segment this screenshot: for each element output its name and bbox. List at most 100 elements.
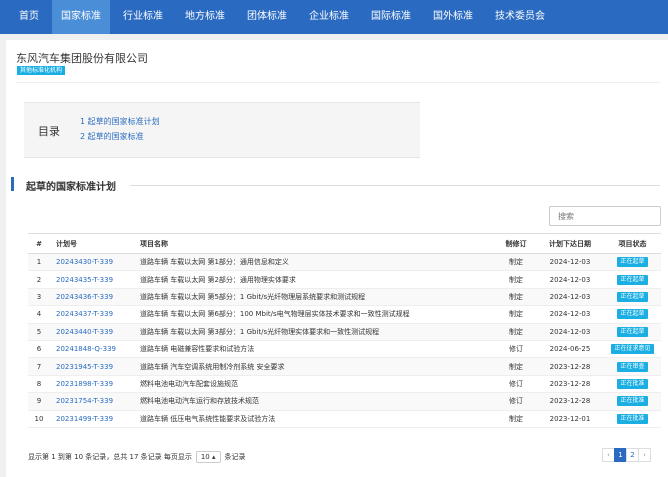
row-num: 2 — [28, 270, 50, 289]
search-input[interactable] — [549, 206, 661, 226]
row-num: 1 — [28, 253, 50, 272]
row-plan-code-link[interactable]: 20231898-T-339 — [50, 375, 134, 394]
status-badge[interactable]: 正在批准 — [617, 378, 648, 389]
pager-info: 显示第 1 到第 10 条记录，总共 17 条记录 每页显示 10 ▴ 条记录 — [28, 451, 246, 463]
nav-local-standards[interactable]: 地方标准 — [176, 0, 234, 34]
row-revision-type: 制定 — [496, 323, 536, 341]
row-issue-date: 2023-12-01 — [536, 410, 604, 428]
table-row: 8 20231898-T-339 燃料电池电动汽车配套设施规范 修订 2023-12-2… — [28, 375, 661, 394]
status-badge[interactable]: 正在起草 — [617, 257, 648, 268]
row-plan-code-link[interactable]: 20243435-T-339 — [50, 270, 134, 289]
row-plan-code-link[interactable]: 20241848-Q-339 — [50, 340, 134, 359]
row-status-cell: 正在批准 — [604, 375, 661, 394]
row-revision-type: 制定 — [496, 288, 536, 307]
row-status-cell: 正在起草 — [604, 305, 661, 324]
next-page-button[interactable]: › — [638, 448, 651, 462]
row-plan-code-link[interactable]: 20243436-T-339 — [50, 288, 134, 307]
nav-international-standards[interactable]: 国际标准 — [362, 0, 420, 34]
toc-title: 目录 — [38, 125, 60, 138]
row-status-cell: 正在审查 — [604, 357, 661, 376]
row-num: 7 — [28, 357, 50, 376]
status-badge[interactable]: 正在起草 — [617, 274, 648, 285]
row-status-cell: 正在征求意见 — [604, 340, 661, 359]
table-of-contents: 目录 1 起草的国家标准计划 2 起草的国家标准 — [24, 102, 420, 158]
table-row: 3 20243436-T-339 道路车辆 车载以太网 第5部分：1 Gbit/s光… — [28, 288, 661, 307]
status-badge[interactable]: 正在起草 — [617, 309, 648, 320]
row-revision-type: 制定 — [496, 270, 536, 289]
row-project-name: 道路车辆 车载以太网 第1部分：通用信息和定义 — [134, 253, 496, 272]
row-status-cell: 正在起草 — [604, 323, 661, 341]
table-row: 6 20241848-Q-339 道路车辆 电磁兼容性要求和试验方法 修订 2024-0… — [28, 340, 661, 359]
row-issue-date: 2023-12-28 — [536, 375, 604, 394]
row-project-name: 道路车辆 低压电气系统性能要求及试验方法 — [134, 410, 496, 428]
row-num: 9 — [28, 392, 50, 411]
divider — [16, 82, 660, 83]
row-project-name: 道路车辆 车载以太网 第6部分：100 Mbit/s电气物理层实体技术要求和一致… — [134, 305, 496, 324]
row-revision-type: 制定 — [496, 253, 536, 272]
row-revision-type: 修订 — [496, 392, 536, 411]
table-row: 2 20243435-T-339 道路车辆 车载以太网 第2部分：通用物理实体要求制… — [28, 270, 661, 289]
toc-link-drafting-plans[interactable]: 1 起草的国家标准计划 — [80, 114, 160, 129]
row-num: 5 — [28, 323, 50, 341]
row-status-cell: 正在起草 — [604, 253, 661, 272]
status-badge[interactable]: 正在批准 — [617, 396, 648, 407]
row-plan-code-link[interactable]: 20243440-T-339 — [50, 323, 134, 341]
row-project-name: 道路车辆 车载以太网 第2部分：通用物理实体要求 — [134, 270, 496, 289]
col-header-num[interactable]: # — [28, 233, 50, 254]
nav-home[interactable]: 首页 — [10, 0, 48, 34]
col-header-date[interactable]: 计划下达日期 — [536, 233, 604, 254]
section-divider — [130, 185, 660, 186]
nav-technical-committee[interactable]: 技术委员会 — [486, 0, 554, 34]
row-status-cell: 正在批准 — [604, 392, 661, 411]
table-row: 5 20243440-T-339 道路车辆 车载以太网 第3部分：1 Gbit/s光… — [28, 323, 661, 341]
row-plan-code-link[interactable]: 20231945-T-339 — [50, 357, 134, 376]
row-issue-date: 2024-12-03 — [536, 305, 604, 324]
row-issue-date: 2024-12-03 — [536, 288, 604, 307]
row-project-name: 道路车辆 车载以太网 第3部分：1 Gbit/s光纤物理实体要求和一致性测试规程 — [134, 323, 496, 341]
nav-national-standards[interactable]: 国家标准 — [52, 0, 110, 34]
row-num: 4 — [28, 305, 50, 324]
row-issue-date: 2024-12-03 — [536, 253, 604, 272]
row-num: 8 — [28, 375, 50, 394]
row-project-name: 燃料电池电动汽车配套设施规范 — [134, 375, 496, 394]
col-header-revision[interactable]: 制修订 — [496, 233, 536, 254]
status-badge[interactable]: 正在征求意见 — [611, 344, 654, 355]
col-header-code[interactable]: 计划号 — [50, 233, 134, 254]
row-revision-type: 制定 — [496, 410, 536, 428]
status-badge[interactable]: 正在起草 — [617, 326, 648, 337]
col-header-status[interactable]: 项目状态 — [604, 233, 661, 254]
row-plan-code-link[interactable]: 20231499-T-339 — [50, 410, 134, 428]
toc-link-drafting-standards[interactable]: 2 起草的国家标准 — [80, 129, 160, 144]
col-header-name[interactable]: 项目名称 — [134, 233, 496, 254]
row-plan-code-link[interactable]: 20243437-T-339 — [50, 305, 134, 324]
table-row: 9 20231754-T-339 燃料电池电动汽车运行和存放技术规范 修订 2023-1… — [28, 392, 661, 411]
row-status-cell: 正在批准 — [604, 410, 661, 428]
status-badge[interactable]: 正在起草 — [617, 291, 648, 302]
row-issue-date: 2023-12-28 — [536, 392, 604, 411]
pager-info-suffix: 条记录 — [224, 453, 246, 461]
row-num: 10 — [28, 410, 50, 428]
row-issue-date: 2024-12-03 — [536, 270, 604, 289]
plans-table: # 计划号 项目名称 制修订 计划下达日期 项目状态 1 20243430-T-3… — [28, 233, 661, 428]
nav-enterprise-standards[interactable]: 企业标准 — [300, 0, 358, 34]
status-badge[interactable]: 正在审查 — [617, 361, 648, 372]
pager-info-prefix: 显示第 1 到第 10 条记录，总共 17 条记录 每页显示 — [28, 453, 192, 461]
nav-foreign-standards[interactable]: 国外标准 — [424, 0, 482, 34]
row-project-name: 道路车辆 车载以太网 第5部分：1 Gbit/s光纤物理层系统要求和测试规程 — [134, 288, 496, 307]
row-plan-code-link[interactable]: 20231754-T-339 — [50, 392, 134, 411]
org-type-badge: 其他标准化机构 — [17, 66, 66, 75]
top-nav: 首页 国家标准 行业标准 地方标准 团体标准 企业标准 国际标准 国外标准 技术… — [0, 0, 668, 34]
row-project-name: 道路车辆 汽车空调系统用制冷剂系统 安全要求 — [134, 357, 496, 376]
row-issue-date: 2023-12-28 — [536, 357, 604, 376]
page-size-select[interactable]: 10 ▴ — [195, 451, 221, 463]
nav-group-standards[interactable]: 团体标准 — [238, 0, 296, 34]
row-issue-date: 2024-06-25 — [536, 340, 604, 359]
org-name: 东风汽车集团股份有限公司 — [16, 52, 148, 65]
row-project-name: 道路车辆 电磁兼容性要求和试验方法 — [134, 340, 496, 359]
row-plan-code-link[interactable]: 20243430-T-339 — [50, 253, 134, 272]
row-status-cell: 正在起草 — [604, 270, 661, 289]
section-title: 起草的国家标准计划 — [26, 182, 116, 193]
nav-industry-standards[interactable]: 行业标准 — [114, 0, 172, 34]
row-issue-date: 2024-12-03 — [536, 323, 604, 341]
status-badge[interactable]: 正在批准 — [617, 413, 648, 424]
